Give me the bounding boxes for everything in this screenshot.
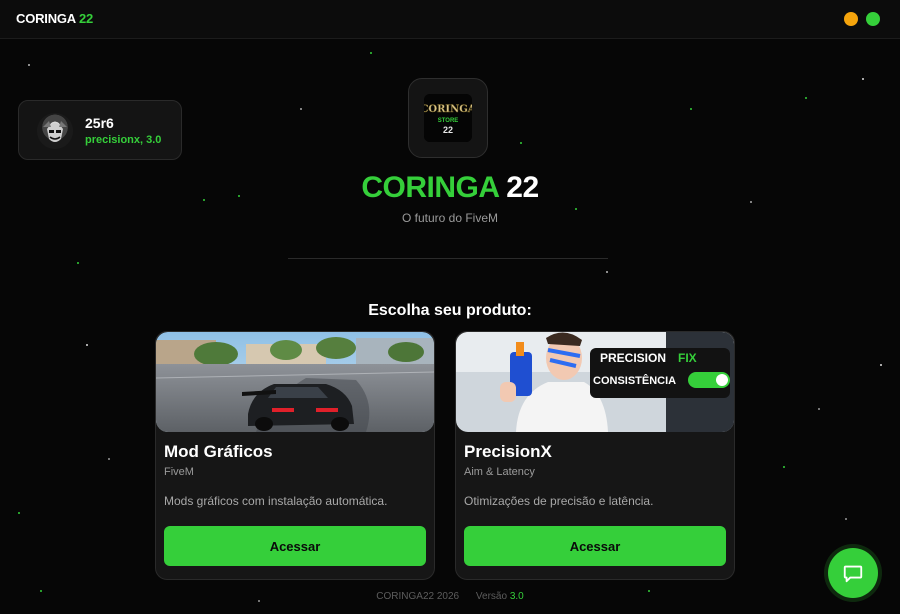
product-image: PRECISION FIX CONSISTÊNCIA	[456, 332, 734, 432]
product-title: Mod Gráficos	[164, 442, 273, 461]
logo-container: CORINGA STORE 22	[408, 78, 488, 158]
avatar	[37, 113, 73, 149]
logo-line-1: CORINGA	[424, 104, 472, 115]
product-title: PrecisionX	[464, 442, 552, 461]
hero-title: CORINGA 22	[0, 171, 900, 205]
footer-version-label: Versão	[475, 591, 508, 602]
hero-tagline: O futuro do FiveM	[401, 211, 499, 225]
user-card[interactable]: 25r6 precisionx, 3.0	[18, 100, 182, 160]
section-title: Escolha seu produto:	[368, 302, 532, 319]
app-brand: CORINGA 22	[16, 11, 93, 26]
minimize-icon[interactable]	[844, 12, 858, 26]
product-tag: Aim & Latency	[464, 466, 535, 478]
divider	[288, 258, 608, 259]
logo-line-3: 22	[443, 125, 453, 135]
product-description: Mods gráficos com instalação automática.	[164, 494, 388, 508]
product-tag: FiveM	[164, 466, 194, 478]
product-card-mod-graficos: Mod Gráficos FiveM Mods gráficos com ins…	[155, 331, 435, 580]
chat-button[interactable]	[828, 548, 878, 598]
chat-icon	[843, 565, 863, 583]
banner-text-precision: PRECISION	[600, 351, 666, 365]
access-button-mod-graficos[interactable]: Acessar	[164, 526, 426, 566]
brand-name: CORINGA	[16, 11, 76, 26]
banner-text-consistencia: CONSISTÊNCIA	[593, 374, 676, 387]
footer-copyright: CORINGA22 2026	[376, 591, 460, 602]
username: 25r6	[85, 115, 114, 131]
hero-title-brand: CORINGA	[361, 171, 499, 204]
access-button-precisionx[interactable]: Acessar	[464, 526, 726, 566]
maximize-icon[interactable]	[866, 12, 880, 26]
hero-title-number: 22	[506, 171, 539, 204]
banner-text-fix: FIX	[678, 351, 697, 365]
footer: CORINGA22 2026 Versão 3.0	[0, 591, 900, 602]
product-description: Otimizações de precisão e latência.	[464, 494, 654, 508]
store-logo: CORINGA STORE 22	[424, 94, 472, 142]
brand-number: 22	[78, 11, 93, 26]
footer-version: 3.0	[509, 591, 524, 602]
product-image	[156, 332, 434, 432]
user-subscription: precisionx, 3.0	[85, 134, 162, 146]
title-bar: CORINGA 22	[0, 0, 900, 39]
product-card-precisionx: PRECISION FIX CONSISTÊNCIA PrecisionX Ai…	[455, 331, 735, 580]
logo-line-2: STORE	[438, 118, 459, 124]
